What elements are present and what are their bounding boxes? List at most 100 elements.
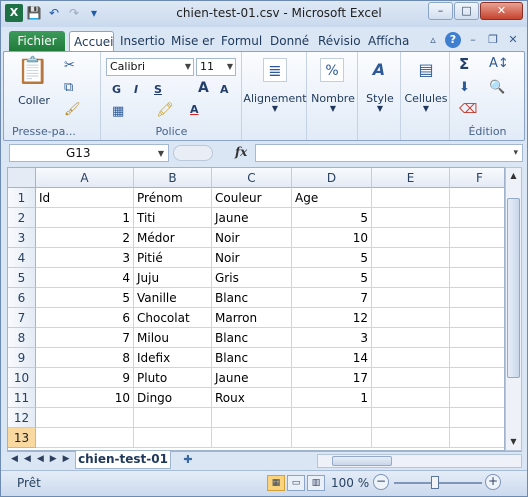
- tab-page-layout[interactable]: Mise er: [167, 31, 217, 52]
- table-cell[interactable]: [372, 408, 450, 428]
- table-cell[interactable]: Pitié: [134, 248, 212, 268]
- table-cell[interactable]: [450, 308, 504, 328]
- maximize-button[interactable]: □: [454, 2, 479, 20]
- table-cell[interactable]: 7: [292, 288, 372, 308]
- table-cell[interactable]: [372, 188, 450, 208]
- table-cell[interactable]: Noir: [212, 248, 292, 268]
- table-cell[interactable]: 6: [36, 308, 134, 328]
- table-cell[interactable]: [292, 428, 372, 448]
- minimize-workbook-icon[interactable]: –: [465, 32, 481, 48]
- shrink-font-button[interactable]: A: [220, 82, 229, 98]
- zoom-level[interactable]: 100 %: [331, 476, 369, 490]
- table-cell[interactable]: 5: [36, 288, 134, 308]
- table-cell[interactable]: [450, 208, 504, 228]
- restore-workbook-icon[interactable]: ❐: [485, 32, 501, 48]
- horizontal-scrollbar[interactable]: [317, 454, 522, 468]
- style-dropdown-icon[interactable]: ▼: [359, 104, 401, 113]
- row-header-9[interactable]: 9: [8, 348, 36, 368]
- row-header-5[interactable]: 5: [8, 268, 36, 288]
- row-header-4[interactable]: 4: [8, 248, 36, 268]
- table-cell[interactable]: 1: [36, 208, 134, 228]
- alignment-icon[interactable]: ≣: [263, 58, 287, 82]
- row-header-1[interactable]: 1: [8, 188, 36, 208]
- clear-icon[interactable]: ⌫: [459, 102, 477, 117]
- table-cell[interactable]: Jaune: [212, 208, 292, 228]
- table-cell[interactable]: 5: [292, 208, 372, 228]
- borders-icon[interactable]: ▦: [112, 104, 124, 119]
- normal-view-icon[interactable]: ▦: [267, 475, 285, 491]
- table-cell[interactable]: [372, 388, 450, 408]
- name-box[interactable]: G13 ▼: [9, 144, 169, 162]
- row-header-7[interactable]: 7: [8, 308, 36, 328]
- table-cell[interactable]: [292, 408, 372, 428]
- close-workbook-icon[interactable]: ✕: [505, 32, 521, 48]
- group-style[interactable]: A Style ▼: [359, 52, 401, 140]
- table-cell[interactable]: [450, 428, 504, 448]
- table-cell[interactable]: [212, 408, 292, 428]
- tab-formulas[interactable]: Formul: [217, 31, 267, 52]
- table-cell[interactable]: [36, 408, 134, 428]
- cells-icon[interactable]: ▤: [414, 58, 438, 82]
- column-header-d[interactable]: D: [292, 168, 372, 188]
- table-cell[interactable]: Médor: [134, 228, 212, 248]
- table-cell[interactable]: [372, 288, 450, 308]
- table-cell[interactable]: Pluto: [134, 368, 212, 388]
- vertical-scrollbar[interactable]: ▲ ▼: [505, 167, 522, 451]
- minimize-button[interactable]: –: [428, 2, 453, 20]
- table-cell[interactable]: 3: [292, 328, 372, 348]
- cut-icon[interactable]: ✂: [64, 58, 75, 73]
- table-cell[interactable]: [372, 228, 450, 248]
- tab-data[interactable]: Donné: [266, 31, 312, 52]
- spreadsheet-grid[interactable]: A B C D E F 1 Id Prénom Couleur Age 2 1 Titi Jaune 5 3 2 M…: [7, 167, 505, 451]
- table-cell[interactable]: [36, 428, 134, 448]
- table-cell[interactable]: [134, 408, 212, 428]
- table-cell[interactable]: [450, 228, 504, 248]
- table-cell[interactable]: [372, 208, 450, 228]
- column-header-e[interactable]: E: [372, 168, 450, 188]
- copy-icon[interactable]: ⧉: [64, 80, 73, 95]
- page-break-view-icon[interactable]: ▥: [307, 475, 325, 491]
- insert-sheet-icon[interactable]: ✚: [179, 453, 197, 468]
- table-cell[interactable]: Jaune: [212, 368, 292, 388]
- table-cell[interactable]: [450, 268, 504, 288]
- paste-label[interactable]: Coller: [12, 94, 56, 107]
- table-cell[interactable]: [450, 348, 504, 368]
- horizontal-scroll-thumb[interactable]: [332, 456, 392, 466]
- paste-icon[interactable]: 📋: [16, 56, 50, 92]
- table-cell[interactable]: 12: [292, 308, 372, 328]
- underline-button[interactable]: S: [154, 82, 162, 98]
- table-cell[interactable]: 5: [292, 248, 372, 268]
- zoom-out-button[interactable]: −: [373, 474, 389, 490]
- table-cell[interactable]: 2: [36, 228, 134, 248]
- table-cell[interactable]: [372, 308, 450, 328]
- table-cell[interactable]: Blanc: [212, 288, 292, 308]
- tab-view[interactable]: Affícha: [364, 31, 412, 52]
- table-cell[interactable]: 9: [36, 368, 134, 388]
- table-cell[interactable]: Noir: [212, 228, 292, 248]
- styles-icon[interactable]: A: [367, 58, 391, 82]
- column-header-f[interactable]: F: [450, 168, 504, 188]
- table-cell[interactable]: Milou: [134, 328, 212, 348]
- tab-review[interactable]: Révisio: [314, 31, 364, 52]
- row-header-10[interactable]: 10: [8, 368, 36, 388]
- table-cell[interactable]: [450, 408, 504, 428]
- table-cell[interactable]: [134, 428, 212, 448]
- font-size-select[interactable]: 11 ▼: [196, 58, 236, 76]
- table-cell[interactable]: Vanille: [134, 288, 212, 308]
- sort-filter-icon[interactable]: A↕: [489, 56, 509, 71]
- italic-button[interactable]: I: [134, 82, 138, 98]
- table-cell[interactable]: Couleur: [212, 188, 292, 208]
- column-header-b[interactable]: B: [134, 168, 212, 188]
- table-cell[interactable]: [450, 248, 504, 268]
- zoom-in-button[interactable]: +: [485, 474, 501, 490]
- table-cell[interactable]: 3: [36, 248, 134, 268]
- table-cell[interactable]: 8: [36, 348, 134, 368]
- zoom-slider-knob[interactable]: [431, 476, 439, 489]
- number-dropdown-icon[interactable]: ▼: [308, 104, 358, 113]
- help-icon[interactable]: ?: [445, 32, 461, 48]
- alignment-dropdown-icon[interactable]: ▼: [243, 104, 307, 113]
- column-header-a[interactable]: A: [36, 168, 134, 188]
- tab-home[interactable]: Accueil: [69, 31, 114, 52]
- font-name-select[interactable]: Calibri ▼: [106, 58, 194, 76]
- select-all-corner[interactable]: [8, 168, 36, 188]
